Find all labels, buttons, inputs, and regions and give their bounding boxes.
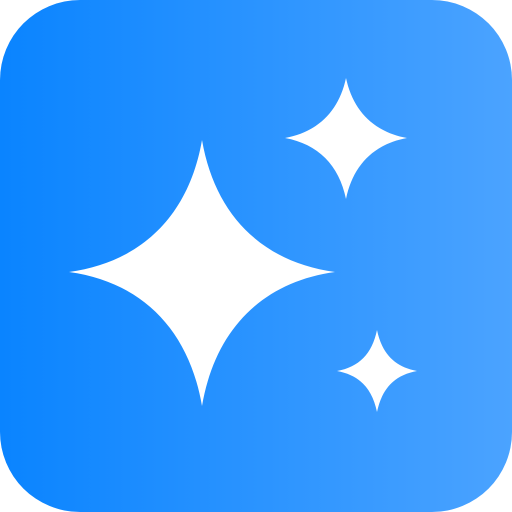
sparkles-icon	[0, 0, 512, 512]
app-icon[interactable]	[0, 0, 512, 512]
